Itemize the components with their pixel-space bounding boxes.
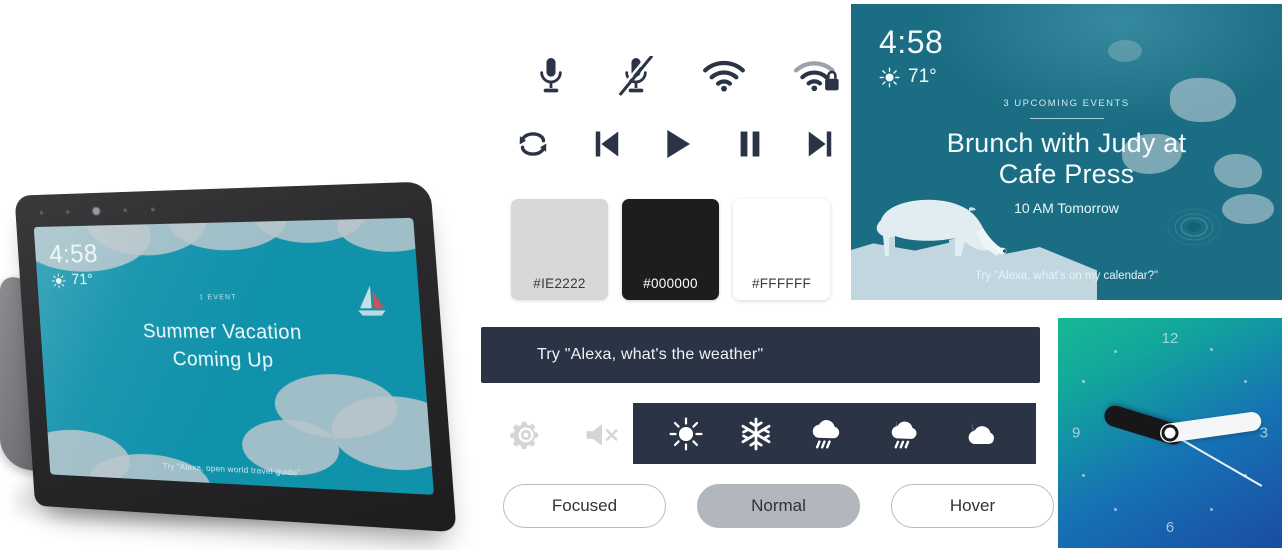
swatch-black[interactable]: #000000 (622, 199, 719, 300)
analog-clock-widget[interactable]: 12 3 6 9 (1058, 318, 1282, 548)
calendar-hint: Try "Alexa, what's on my calendar?" (974, 270, 1159, 282)
repeat-icon[interactable] (516, 129, 550, 159)
normal-button[interactable]: Normal (697, 484, 860, 528)
calendar-event-title-line2: Cafe Press (998, 159, 1135, 190)
cloud-shape (335, 217, 434, 253)
night-rain-icon[interactable] (883, 417, 923, 451)
hover-button[interactable]: Hover (891, 484, 1054, 528)
mic-hole-icon (39, 210, 44, 215)
sun-icon (51, 272, 67, 288)
clock-marker-dot (1114, 350, 1117, 353)
wifi-locked-icon[interactable] (793, 60, 840, 92)
clock-marker-dot (1210, 348, 1213, 351)
next-icon[interactable] (806, 129, 834, 159)
swatch-white[interactable]: #FFFFFF (733, 199, 830, 300)
mic-hole-icon (150, 207, 155, 212)
sun-icon[interactable] (669, 416, 703, 451)
device-weather: 71° (51, 272, 94, 289)
mic-hole-icon (65, 210, 70, 214)
sun-icon (879, 67, 900, 87)
cloud-shape (328, 394, 434, 473)
swatch-label: #FFFFFF (751, 276, 812, 291)
snowflake-icon[interactable] (740, 417, 772, 451)
calendar-event-title: Brunch with Judy at Cafe Press (851, 128, 1282, 191)
wifi-icon[interactable] (703, 60, 746, 92)
microphone-muted-icon[interactable] (617, 56, 655, 96)
calendar-panel[interactable]: 4:58 71° 3 UPCOMING EVENTS Brunch with J… (851, 4, 1282, 300)
ice-floe (1108, 40, 1142, 62)
calendar-event-title-line1: Brunch with Judy at (946, 128, 1187, 158)
echo-show-device: 4:58 71° 1 EVENT Summer Vacation Coming … (0, 90, 460, 550)
mic-hole-icon (123, 208, 128, 213)
clock-marker-dot (1244, 380, 1247, 383)
calendar-divider (1029, 118, 1104, 119)
hover-button-label: Hover (949, 496, 996, 515)
clock-numeral-9: 9 (1072, 424, 1081, 442)
normal-button-label: Normal (751, 496, 806, 515)
device-temperature: 71° (70, 271, 94, 289)
calendar-weather: 71° (879, 66, 937, 88)
clock-numeral-12: 12 (1161, 330, 1179, 347)
calendar-temperature: 71° (908, 66, 937, 87)
focused-button-label: Focused (551, 496, 618, 515)
swatch-light[interactable]: #IE2222 (511, 199, 608, 300)
rain-cloud-icon[interactable] (808, 417, 846, 451)
banner-text: Try "Alexa, what's the weather" (537, 346, 764, 363)
microphone-icon[interactable] (534, 56, 568, 96)
status-icon-row (534, 56, 840, 96)
sailboat-icon (358, 285, 387, 316)
clock-numeral-6: 6 (1165, 519, 1175, 536)
device-event-title: Summer Vacation Coming Up (40, 317, 425, 379)
water-ripple-icon (1167, 208, 1221, 246)
calendar-events-label: 3 UPCOMING EVENTS (1003, 98, 1130, 109)
swatch-label: #IE2222 (533, 276, 586, 291)
device-screen[interactable]: 4:58 71° 1 EVENT Summer Vacation Coming … (33, 217, 434, 495)
button-state-group: Focused Normal Hover (503, 484, 1054, 528)
device-body: 4:58 71° 1 EVENT Summer Vacation Coming … (14, 181, 457, 533)
media-control-row (516, 128, 834, 160)
gear-icon[interactable] (510, 419, 542, 451)
pause-icon[interactable] (736, 129, 764, 159)
device-time: 4:58 (48, 238, 99, 269)
play-icon[interactable] (663, 128, 693, 160)
clock-marker-dot (1082, 474, 1085, 477)
clock-marker-dot (1114, 508, 1117, 511)
focused-button[interactable]: Focused (503, 484, 666, 528)
design-kit-canvas: 4:58 71° 1 EVENT Summer Vacation Coming … (0, 0, 1282, 550)
weather-icon-bar (633, 403, 1036, 464)
speaker-muted-icon[interactable] (584, 420, 620, 450)
device-sensor-bar (39, 193, 324, 223)
alexa-hint-banner: Try "Alexa, what's the weather" (481, 327, 1040, 383)
camera-icon (92, 207, 101, 216)
polar-bear-icon (876, 199, 1007, 256)
clock-center-cap (1161, 424, 1179, 442)
clock-marker-dot (1082, 380, 1085, 383)
clock-numeral-3: 3 (1259, 424, 1268, 442)
color-swatch-group: #IE2222 #000000 #FFFFFF (511, 199, 830, 300)
calendar-time: 4:58 (879, 24, 944, 60)
swatch-label: #000000 (643, 276, 698, 291)
previous-icon[interactable] (593, 129, 621, 159)
night-cloud-icon[interactable] (960, 418, 1000, 450)
device-event-title-line2: Coming Up (172, 348, 275, 373)
clock-marker-dot (1210, 508, 1213, 511)
